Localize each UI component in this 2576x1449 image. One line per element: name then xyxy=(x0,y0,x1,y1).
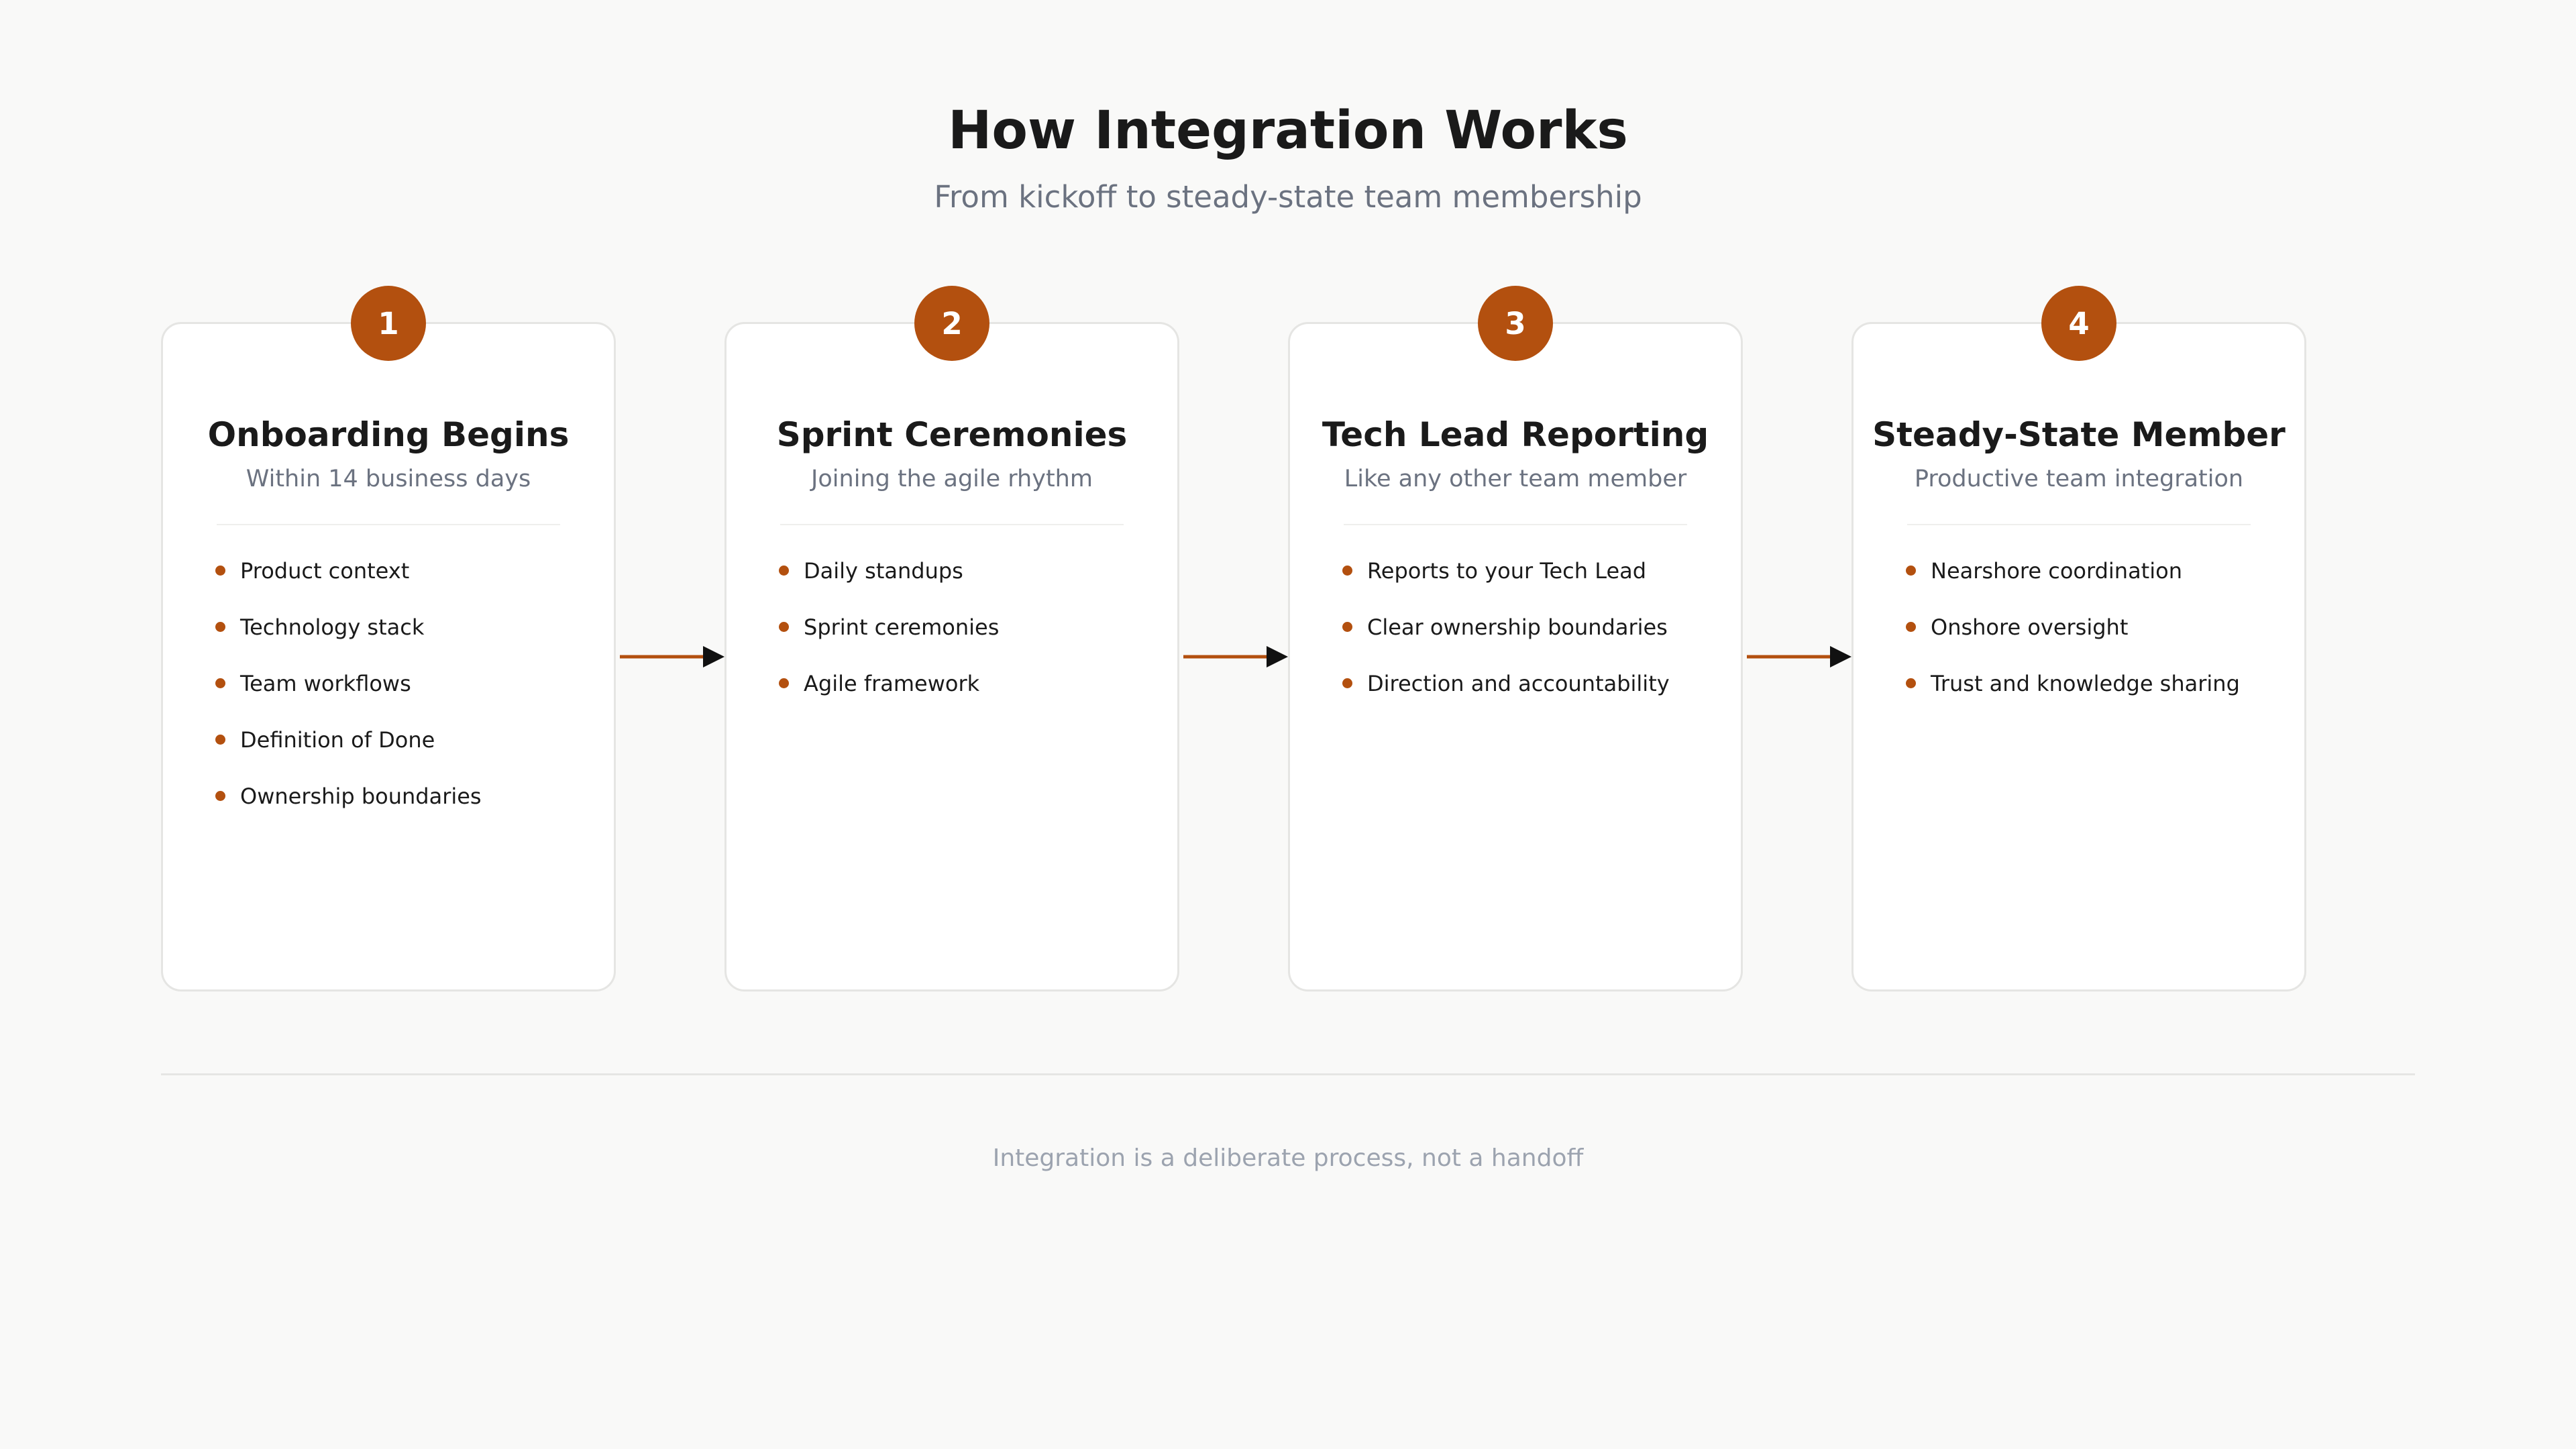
list-item: Team workflows xyxy=(215,669,482,726)
step-title: Onboarding Begins xyxy=(207,415,570,454)
step-card-steady-state-member: 4 Steady-State Member Productive team in… xyxy=(1851,286,2306,991)
list-item-label: Direction and accountability xyxy=(1367,671,1670,696)
list-item: Direction and accountability xyxy=(1342,669,1670,726)
flow-arrow-icon xyxy=(1183,646,1288,667)
list-item: Nearshore coordination xyxy=(1906,557,2240,613)
list-item-label: Agile framework xyxy=(804,671,980,696)
list-item-label: Trust and knowledge sharing xyxy=(1931,671,2240,696)
list-item-label: Nearshore coordination xyxy=(1931,558,2182,584)
footer-caption: Integration is a deliberate process, not… xyxy=(992,1144,1584,1172)
list-item: Technology stack xyxy=(215,613,482,669)
step-number-badge: 3 xyxy=(1478,286,1553,361)
list-item-label: Onshore oversight xyxy=(1931,614,2129,640)
list-item: Sprint ceremonies xyxy=(779,613,999,669)
list-item: Onshore oversight xyxy=(1906,613,2240,669)
bullet-dot-icon xyxy=(779,678,789,688)
bullet-dot-icon xyxy=(215,735,225,745)
bullet-dot-icon xyxy=(215,566,225,576)
card-divider xyxy=(1907,524,2251,525)
step-items-list: Product context Technology stack Team wo… xyxy=(215,557,482,839)
list-item-label: Team workflows xyxy=(240,671,411,696)
step-card-onboarding: 1 Onboarding Begins Within 14 business d… xyxy=(161,286,616,991)
page-title: How Integration Works xyxy=(948,101,1628,161)
card-divider xyxy=(217,524,560,525)
step-items-list: Daily standups Sprint ceremonies Agile f… xyxy=(779,557,999,726)
list-item: Product context xyxy=(215,557,482,613)
step-title: Tech Lead Reporting xyxy=(1322,415,1709,454)
card-divider xyxy=(780,524,1124,525)
list-item-label: Clear ownership boundaries xyxy=(1367,614,1668,640)
step-number-badge: 4 xyxy=(2041,286,2116,361)
step-number-badge: 2 xyxy=(914,286,989,361)
list-item-label: Definition of Done xyxy=(240,727,435,753)
list-item-label: Sprint ceremonies xyxy=(804,614,1000,640)
step-subtitle: Within 14 business days xyxy=(246,466,531,492)
step-title: Steady-State Member xyxy=(1872,415,2286,454)
step-items-list: Reports to your Tech Lead Clear ownershi… xyxy=(1342,557,1670,726)
footer-divider xyxy=(161,1073,2415,1075)
list-item: Reports to your Tech Lead xyxy=(1342,557,1670,613)
step-number-badge: 1 xyxy=(351,286,426,361)
bullet-dot-icon xyxy=(1906,678,1916,688)
flow-arrow-icon xyxy=(620,646,724,667)
bullet-dot-icon xyxy=(1342,566,1352,576)
list-item-label: Daily standups xyxy=(804,558,963,584)
list-item: Definition of Done xyxy=(215,726,482,782)
list-item-label: Product context xyxy=(240,558,410,584)
step-card-tech-lead-reporting: 3 Tech Lead Reporting Like any other tea… xyxy=(1288,286,1743,991)
page-subtitle: From kickoff to steady-state team member… xyxy=(934,179,1642,215)
list-item-label: Technology stack xyxy=(240,614,425,640)
bullet-dot-icon xyxy=(779,622,789,632)
list-item: Daily standups xyxy=(779,557,999,613)
bullet-dot-icon xyxy=(1342,678,1352,688)
list-item: Clear ownership boundaries xyxy=(1342,613,1670,669)
bullet-dot-icon xyxy=(779,566,789,576)
step-items-list: Nearshore coordination Onshore oversight… xyxy=(1906,557,2240,726)
list-item: Trust and knowledge sharing xyxy=(1906,669,2240,726)
bullet-dot-icon xyxy=(215,791,225,801)
bullet-dot-icon xyxy=(215,678,225,688)
bullet-dot-icon xyxy=(1906,566,1916,576)
step-subtitle: Joining the agile rhythm xyxy=(811,466,1093,492)
bullet-dot-icon xyxy=(1906,622,1916,632)
step-subtitle: Productive team integration xyxy=(1914,466,2244,492)
flow-arrow-icon xyxy=(1747,646,1851,667)
card-divider xyxy=(1344,524,1687,525)
step-subtitle: Like any other team member xyxy=(1344,466,1687,492)
bullet-dot-icon xyxy=(215,622,225,632)
list-item-label: Ownership boundaries xyxy=(240,784,482,809)
step-card-sprint-ceremonies: 2 Sprint Ceremonies Joining the agile rh… xyxy=(724,286,1179,991)
list-item: Agile framework xyxy=(779,669,999,726)
list-item-label: Reports to your Tech Lead xyxy=(1367,558,1647,584)
bullet-dot-icon xyxy=(1342,622,1352,632)
list-item: Ownership boundaries xyxy=(215,782,482,839)
step-title: Sprint Ceremonies xyxy=(776,415,1128,454)
